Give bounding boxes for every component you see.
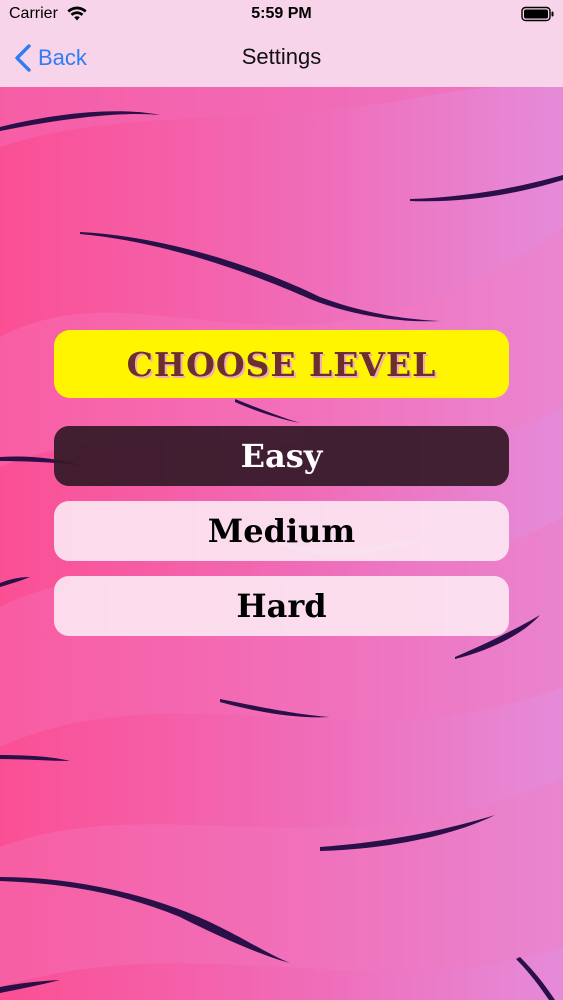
choose-level-heading: CHOOSE LEVEL [54,330,509,398]
choose-level-label: CHOOSE LEVEL [126,344,437,384]
clock: 5:59 PM [251,5,312,22]
page-title: Settings [241,44,322,69]
battery-icon [521,6,554,22]
navigation-bar: Back Settings [0,30,563,87]
level-easy-button[interactable]: Easy [54,426,509,486]
settings-screen: Carrier 5:59 PM Back Settings CHOOSE LEV… [0,0,563,1000]
level-hard-button[interactable]: Hard [54,576,509,636]
level-medium-button[interactable]: Medium [54,501,509,561]
status-bar: Carrier 5:59 PM [0,0,563,30]
